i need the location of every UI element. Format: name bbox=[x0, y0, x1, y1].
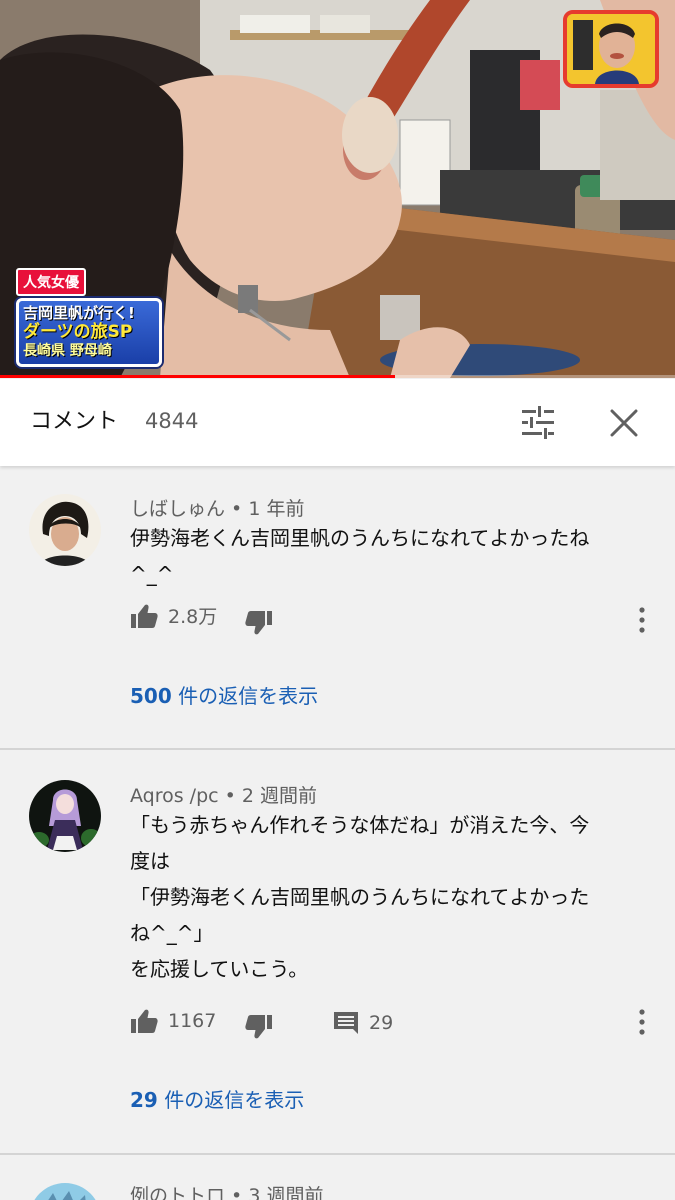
avatar-image bbox=[29, 494, 101, 566]
comment-item: Aqros /pc • 2 週間前 「もう赤ちゃん作れそうな体だね」が消えた今、… bbox=[0, 750, 675, 1155]
video-player[interactable]: 人気女優 吉岡里帆が行く! ダーツの旅SP 長崎県 野母崎 bbox=[0, 0, 675, 378]
comment-icon bbox=[334, 1012, 358, 1034]
avatar-image bbox=[29, 780, 101, 852]
comment-meta: しばしゅん • 1 年前 bbox=[130, 494, 304, 521]
dislike-button[interactable] bbox=[245, 1014, 273, 1040]
like-button[interactable]: 1167 bbox=[130, 1008, 216, 1034]
more-vert-icon[interactable] bbox=[636, 1009, 648, 1035]
comment-text-line: ね^_^」 bbox=[130, 921, 214, 945]
reply-count: 29 bbox=[369, 1012, 394, 1034]
comment-text: 伊勢海老くん吉岡里帆のうんちになれてよかったね ^_^ bbox=[130, 520, 645, 592]
like-count: 1167 bbox=[168, 1010, 217, 1032]
video-progress-fill bbox=[0, 375, 395, 378]
replies-label: 件の返信を表示 bbox=[157, 1088, 305, 1112]
telop-box: 吉岡里帆が行く! ダーツの旅SP 長崎県 野母崎 bbox=[16, 298, 162, 367]
meta-separator: • bbox=[218, 785, 242, 807]
replies-label: 件の返信を表示 bbox=[171, 684, 319, 708]
video-progress-bar[interactable] bbox=[0, 375, 675, 378]
comment-text-line: ^_^ bbox=[130, 562, 174, 586]
thumbs-up-icon bbox=[131, 1009, 158, 1033]
comment-author[interactable]: しばしゅん bbox=[130, 498, 225, 520]
thumbs-up-icon bbox=[131, 604, 158, 628]
more-vert-icon[interactable] bbox=[636, 607, 648, 633]
view-replies-link[interactable]: 29 件の返信を表示 bbox=[130, 1084, 304, 1113]
dislike-button[interactable] bbox=[245, 610, 273, 636]
like-count: 2.8万 bbox=[168, 606, 218, 628]
comment-text-line: を応援していこう。 bbox=[130, 957, 309, 981]
comment-text-line: 「もう赤ちゃん作れそうな体だね」が消えた今、今 bbox=[130, 813, 590, 837]
replies-count: 29 bbox=[130, 1088, 158, 1112]
telop-line-2: ダーツの旅SP bbox=[23, 322, 133, 342]
comment-text: 「もう赤ちゃん作れそうな体だね」が消えた今、今 度は 「伊勢海老くん吉岡里帆のう… bbox=[130, 807, 645, 987]
avatar-image bbox=[29, 1183, 101, 1200]
meta-separator: • bbox=[225, 498, 249, 520]
comment-item: 例のトトロ • 3 週間前 bbox=[0, 1155, 675, 1200]
comment-author[interactable]: Aqros /pc bbox=[130, 785, 219, 807]
comments-header: コメント 4844 bbox=[0, 379, 675, 466]
presenter-image bbox=[567, 14, 655, 84]
presenter-wipe bbox=[563, 10, 659, 88]
comment-text-line: 伊勢海老くん吉岡里帆のうんちになれてよかったね bbox=[130, 526, 590, 550]
comment-text-line: 度は bbox=[130, 849, 170, 873]
comment-age: 2 週間前 bbox=[241, 785, 318, 807]
telop-tag: 人気女優 bbox=[16, 268, 86, 296]
meta-separator: • bbox=[225, 1185, 249, 1200]
comment-text-line: 「伊勢海老くん吉岡里帆のうんちになれてよかった bbox=[130, 885, 590, 909]
thumbs-down-icon bbox=[245, 1015, 272, 1039]
avatar[interactable] bbox=[29, 1183, 101, 1200]
thumbs-down-icon bbox=[245, 611, 272, 635]
comment-meta: 例のトトロ • 3 週間前 bbox=[130, 1181, 323, 1200]
comment-age: 1 年前 bbox=[248, 498, 305, 520]
sort-sliders-icon[interactable] bbox=[518, 405, 558, 441]
program-title-telop: 人気女優 吉岡里帆が行く! ダーツの旅SP 長崎県 野母崎 bbox=[16, 268, 162, 367]
close-icon[interactable] bbox=[606, 405, 642, 441]
view-replies-link[interactable]: 500 件の返信を表示 bbox=[130, 680, 318, 709]
reply-button[interactable]: 29 bbox=[333, 1011, 393, 1035]
like-button[interactable]: 2.8万 bbox=[130, 602, 217, 629]
comment-meta: Aqros /pc • 2 週間前 bbox=[130, 781, 317, 808]
avatar[interactable] bbox=[29, 494, 101, 566]
replies-count: 500 bbox=[130, 684, 172, 708]
telop-line-3: 長崎県 野母崎 bbox=[23, 343, 112, 359]
comment-author[interactable]: 例のトトロ bbox=[130, 1185, 225, 1200]
comment-age: 3 週間前 bbox=[248, 1185, 324, 1200]
telop-line-1: 吉岡里帆が行く! bbox=[23, 304, 135, 322]
comments-count: 4844 bbox=[145, 409, 199, 433]
avatar[interactable] bbox=[29, 780, 101, 852]
comments-title: コメント bbox=[30, 409, 119, 434]
comment-item: しばしゅん • 1 年前 伊勢海老くん吉岡里帆のうんちになれてよかったね ^_^… bbox=[0, 466, 675, 750]
